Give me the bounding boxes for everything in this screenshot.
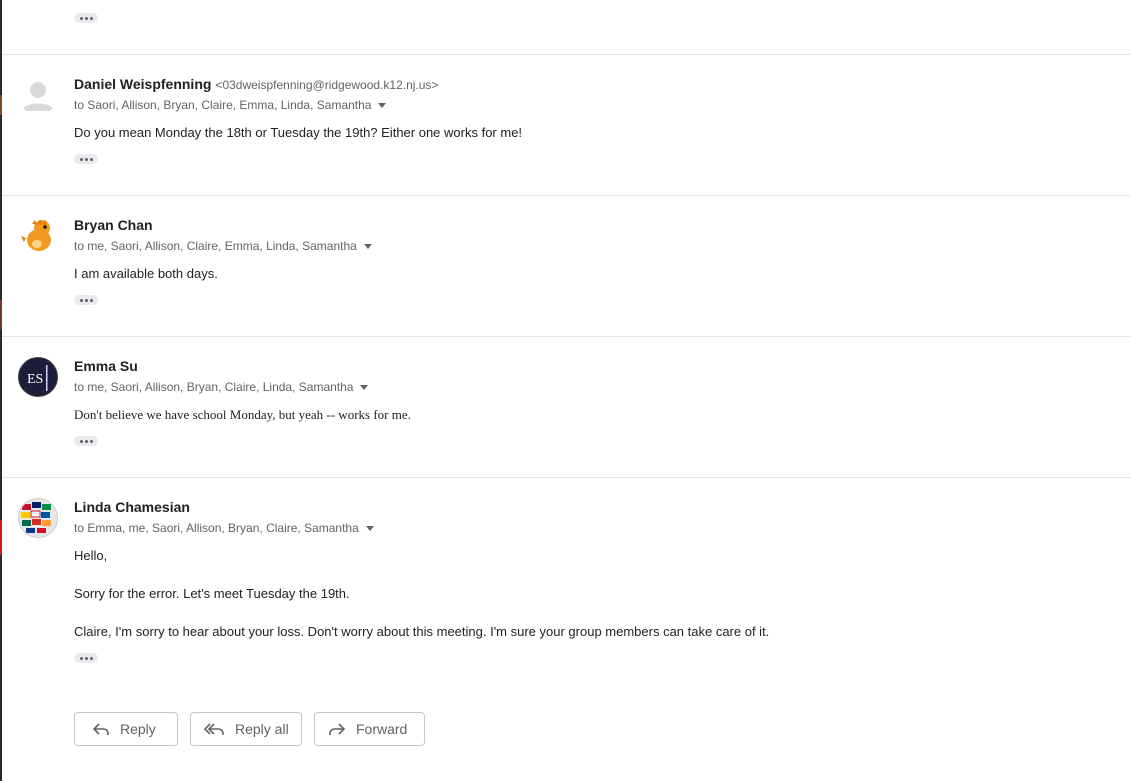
sender-email: <03dweispfenning@ridgewood.k12.nj.us> xyxy=(215,78,439,92)
es-initials-icon[interactable]: ES xyxy=(18,357,58,397)
recipients-text: to Emma, me, Saori, Allison, Bryan, Clai… xyxy=(74,521,359,535)
show-trimmed-content-button[interactable] xyxy=(74,13,98,23)
sender-name[interactable]: Bryan Chan xyxy=(74,217,153,233)
reply-all-label: Reply all xyxy=(235,721,289,737)
reply-all-button[interactable]: Reply all xyxy=(190,712,302,746)
message-body-line: Do you mean Monday the 18th or Tuesday t… xyxy=(74,125,523,140)
message-body-line: Claire, I'm sorry to hear about your los… xyxy=(74,624,770,639)
recipients-line[interactable]: to Saori, Allison, Bryan, Claire, Emma, … xyxy=(74,98,387,112)
message-body-line: Sorry for the error. Let's meet Tuesday … xyxy=(74,586,350,601)
show-details-caret-icon[interactable] xyxy=(365,526,374,531)
reply-arrow-icon xyxy=(93,723,109,735)
show-details-caret-icon[interactable] xyxy=(363,244,372,249)
recipients-text: to me, Saori, Allison, Bryan, Claire, Li… xyxy=(74,380,354,394)
message-divider xyxy=(2,336,1131,337)
message-body-line: Don't believe we have school Monday, but… xyxy=(74,407,411,422)
show-trimmed-content-button[interactable] xyxy=(74,436,98,446)
message-divider xyxy=(2,477,1131,478)
recipients-line[interactable]: to Emma, me, Saori, Allison, Bryan, Clai… xyxy=(74,521,374,535)
default-person-icon[interactable] xyxy=(18,75,58,115)
window-left-edge xyxy=(0,0,2,781)
show-trimmed-content-button[interactable] xyxy=(74,653,98,663)
reply-label: Reply xyxy=(120,721,156,737)
show-details-caret-icon[interactable] xyxy=(378,103,387,108)
forward-label: Forward xyxy=(356,721,408,737)
show-trimmed-content-button[interactable] xyxy=(74,154,98,164)
recipients-line[interactable]: to me, Saori, Allison, Claire, Emma, Lin… xyxy=(74,239,372,253)
sender-name[interactable]: Linda Chamesian xyxy=(74,499,190,515)
sender-name[interactable]: Emma Su xyxy=(74,358,138,374)
forward-arrow-icon xyxy=(329,723,345,735)
sender-name[interactable]: Daniel Weispfenning <03dweispfenning@ridg… xyxy=(74,76,438,92)
message-divider xyxy=(2,195,1131,196)
recipients-text: to me, Saori, Allison, Claire, Emma, Lin… xyxy=(74,239,357,253)
recipients-line[interactable]: to me, Saori, Allison, Bryan, Claire, Li… xyxy=(74,380,369,394)
flags-globe-icon[interactable] xyxy=(18,498,58,538)
show-trimmed-content-button[interactable] xyxy=(74,295,98,305)
avatar-initials: ES xyxy=(27,372,43,387)
forward-button[interactable]: Forward xyxy=(314,712,425,746)
recipients-text: to Saori, Allison, Bryan, Claire, Emma, … xyxy=(74,98,372,112)
message-body-line: Hello, xyxy=(74,548,108,563)
show-details-caret-icon[interactable] xyxy=(360,385,369,390)
message-divider xyxy=(2,54,1131,55)
reply-button[interactable]: Reply xyxy=(74,712,178,746)
orange-dinosaur-icon[interactable] xyxy=(18,216,58,256)
reply-all-arrow-icon xyxy=(204,723,224,735)
message-body-line: I am available both days. xyxy=(74,266,218,281)
